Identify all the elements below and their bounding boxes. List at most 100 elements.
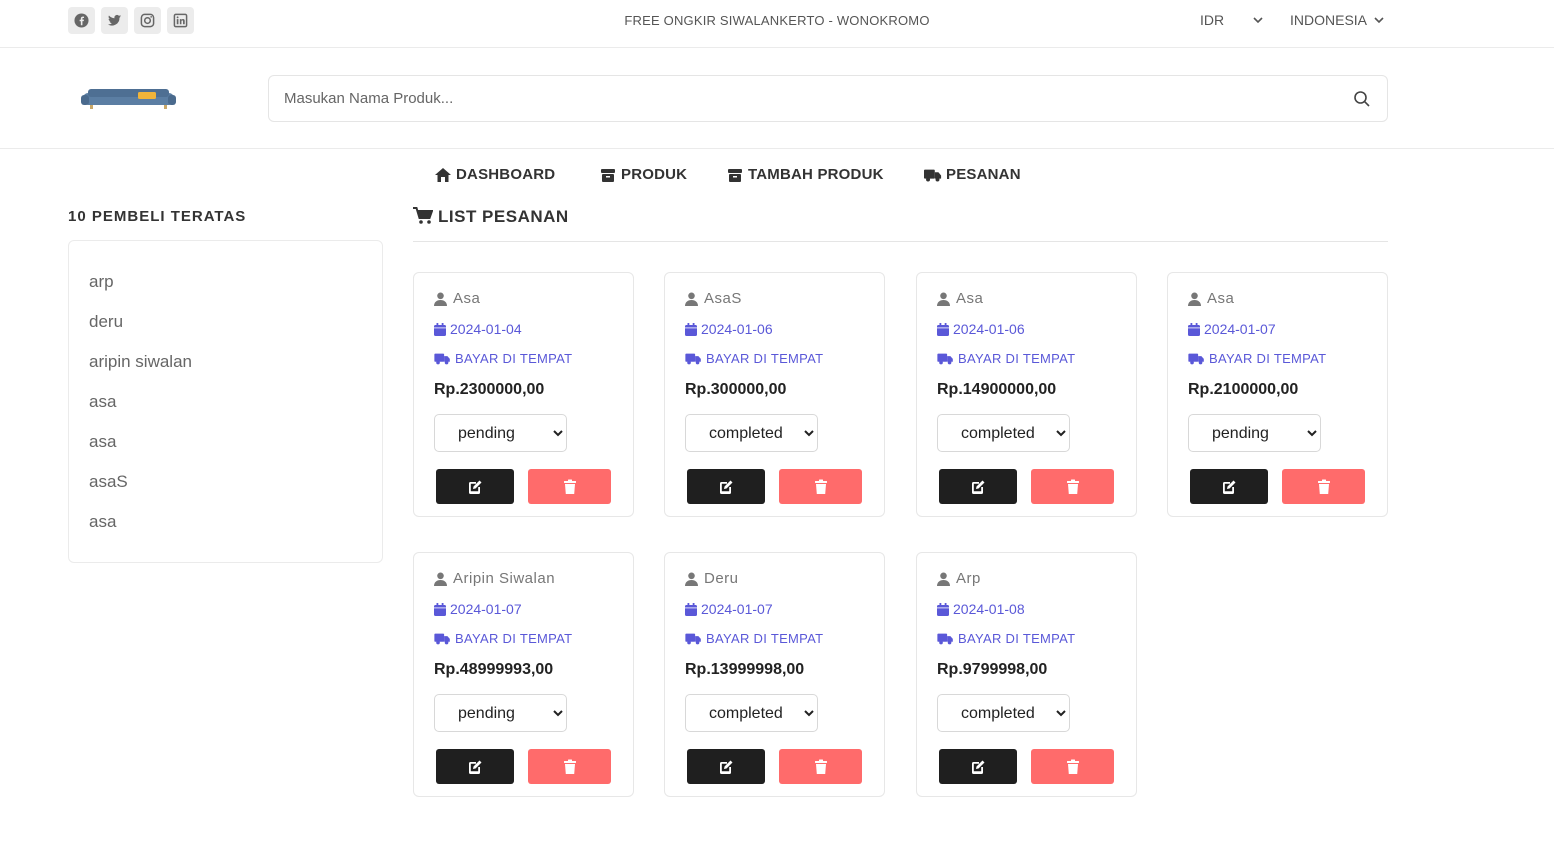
nav-produk[interactable]: PRODUK [599,166,726,183]
top-buyers-title: 10 PEMBELI TERATAS [68,208,247,225]
order-date: 2024-01-04 [434,321,522,337]
order-date-text: 2024-01-08 [953,601,1025,617]
payment-method: BAYAR DI TEMPAT [1188,351,1326,366]
search-input[interactable] [284,76,1324,121]
edit-button[interactable] [687,749,765,784]
truck-icon [937,353,953,365]
nav-tambah-produk[interactable]: TAMBAH PRODUK [726,166,924,183]
nav-dashboard[interactable]: DASHBOARD [434,166,599,183]
customer-name-text: Arp [956,570,981,587]
customer-name-text: Deru [704,570,739,587]
order-date: 2024-01-07 [685,601,773,617]
edit-icon [720,480,733,494]
user-icon [937,572,950,586]
edit-button[interactable] [939,469,1017,504]
trash-icon [1066,759,1079,774]
edit-icon [469,760,482,774]
customer-name: Deru [685,570,739,587]
sofa-logo[interactable] [80,84,177,112]
search-icon[interactable] [1353,90,1371,108]
order-price: Rp.14900000,00 [937,381,1057,398]
trash-icon [814,759,827,774]
customer-name: Asa [434,290,480,307]
chevron-down-icon [1252,14,1264,26]
edit-button[interactable] [1190,469,1268,504]
buyer-item: deru [89,312,124,331]
status-select[interactable]: pending [434,414,567,452]
payment-method-text: BAYAR DI TEMPAT [706,631,824,646]
calendar-icon [685,322,697,336]
truck-icon [685,633,701,645]
edit-icon [469,480,482,494]
order-price: Rp.13999998,00 [685,661,805,678]
delete-button[interactable] [528,749,611,784]
language-label: INDONESIA [1290,12,1368,28]
order-date: 2024-01-08 [937,601,1025,617]
truck-icon [924,169,942,181]
order-price: Rp.2300000,00 [434,381,545,398]
nav-produk-label: PRODUK [621,166,688,183]
order-list-title: LIST PESANAN [413,207,1388,242]
calendar-icon [434,322,446,336]
order-card: Aripin Siwalan 2024-01-07 BAYAR DI TEMPA… [413,552,634,797]
order-card: Arp 2024-01-08 BAYAR DI TEMPAT Rp.979999… [916,552,1137,797]
language-selector[interactable]: INDONESIA [1290,12,1385,28]
payment-method: BAYAR DI TEMPAT [685,631,823,646]
payment-method-text: BAYAR DI TEMPAT [958,351,1076,366]
edit-button[interactable] [436,749,514,784]
customer-name-text: Asa [956,290,984,307]
nav-pesanan-label: PESANAN [946,166,1021,183]
status-select[interactable]: completed [685,414,818,452]
status-select[interactable]: completed [937,414,1070,452]
order-price: Rp.300000,00 [685,381,787,398]
calendar-icon [434,602,446,616]
edit-button[interactable] [939,749,1017,784]
delete-button[interactable] [1282,469,1365,504]
cart-icon [413,207,433,224]
order-date-text: 2024-01-07 [701,601,773,617]
top-buyers-list: arp deru aripin siwalan asa asa asaS asa [68,240,383,563]
nav-dashboard-label: DASHBOARD [456,166,556,183]
status-select[interactable]: pending [434,694,567,732]
truck-icon [685,353,701,365]
payment-method: BAYAR DI TEMPAT [937,351,1075,366]
order-card: Asa 2024-01-07 BAYAR DI TEMPAT Rp.210000… [1167,272,1388,517]
edit-icon [972,480,985,494]
truck-icon [937,633,953,645]
edit-button[interactable] [687,469,765,504]
edit-icon [720,760,733,774]
home-icon [435,167,451,182]
order-card: Asa 2024-01-06 BAYAR DI TEMPAT Rp.149000… [916,272,1137,517]
trash-icon [1317,479,1330,494]
customer-name: Asa [1188,290,1234,307]
header [0,48,1554,149]
buyer-item: asa [89,432,117,451]
trash-icon [563,759,576,774]
customer-name-text: Aripin Siwalan [453,570,556,587]
nav-pesanan[interactable]: PESANAN [924,166,1021,183]
order-date-text: 2024-01-07 [1204,321,1276,337]
payment-method-text: BAYAR DI TEMPAT [958,631,1076,646]
customer-name: Aripin Siwalan [434,570,555,587]
box-icon [601,168,615,182]
delete-button[interactable] [779,749,862,784]
status-select[interactable]: pending [1188,414,1321,452]
delete-button[interactable] [1031,749,1114,784]
status-select[interactable]: completed [937,694,1070,732]
order-date-text: 2024-01-04 [450,321,522,337]
user-icon [937,292,950,306]
order-card: Deru 2024-01-07 BAYAR DI TEMPAT Rp.13999… [664,552,885,797]
buyer-item: asa [89,392,117,411]
buyer-item: asa [89,512,117,531]
delete-button[interactable] [528,469,611,504]
delete-button[interactable] [1031,469,1114,504]
status-select[interactable]: completed [685,694,818,732]
customer-name-text: Asa [1207,290,1235,307]
truck-icon [434,353,450,365]
order-date: 2024-01-06 [937,321,1025,337]
calendar-icon [937,322,949,336]
edit-button[interactable] [436,469,514,504]
payment-method-text: BAYAR DI TEMPAT [455,351,573,366]
currency-selector[interactable]: IDR [1200,12,1264,28]
delete-button[interactable] [779,469,862,504]
